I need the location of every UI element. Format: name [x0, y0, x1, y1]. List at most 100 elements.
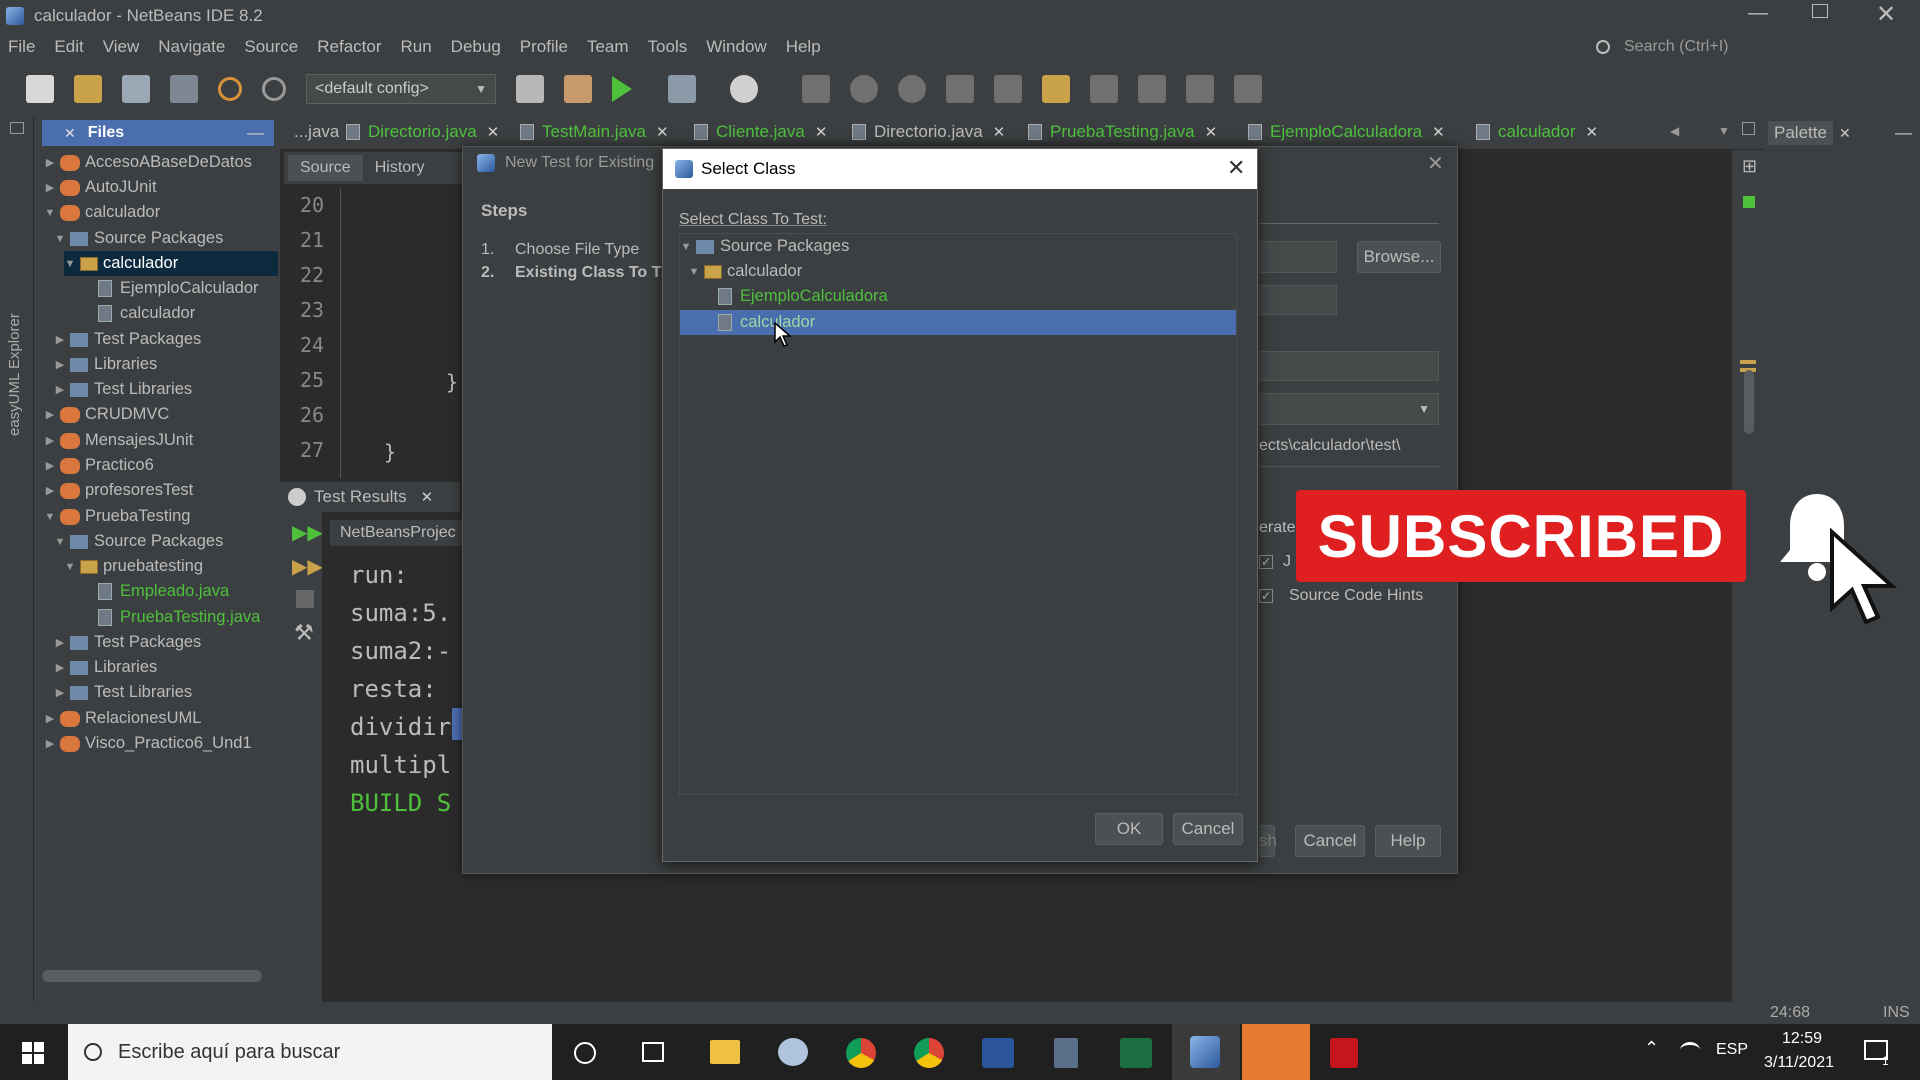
tree-source-packages[interactable]: ▼ Source Packages — [54, 226, 224, 251]
browse-button[interactable]: Browse... — [1357, 241, 1441, 273]
show-hidden-icons-icon[interactable]: ⌃ — [1644, 1038, 1659, 1059]
collapse-arrow-icon[interactable]: ▼ — [54, 233, 66, 245]
wizard-help-button[interactable]: Help — [1375, 825, 1441, 857]
class-name-field[interactable] — [1259, 241, 1337, 273]
editor-tab[interactable]: Directorio.java ✕ — [346, 122, 499, 142]
collapse-arrow-icon[interactable]: ▼ — [54, 536, 66, 548]
config-dropdown[interactable]: <default config> ▼ — [306, 74, 496, 104]
close-tab-icon[interactable]: ✕ — [815, 123, 828, 141]
recording-app-icon[interactable] — [1242, 1024, 1310, 1080]
test-location-dropdown[interactable]: ▼ — [1259, 393, 1439, 425]
collapse-arrow-icon[interactable]: ▼ — [64, 561, 76, 573]
minimize-strip-icon[interactable] — [10, 122, 24, 134]
tree-file[interactable]: calculador — [98, 301, 195, 326]
tree-project[interactable]: ▶ AutoJUnit — [44, 175, 157, 200]
close-tab-icon[interactable]: ✕ — [993, 123, 1006, 141]
clock-date[interactable]: 3/11/2021 — [1764, 1054, 1834, 1072]
editor-tab[interactable]: TestMain.java ✕ — [520, 122, 669, 142]
collapse-arrow-icon[interactable]: ▼ — [688, 266, 700, 278]
close-dialog-icon[interactable]: ✕ — [1227, 155, 1245, 181]
junit-checkbox-row[interactable]: ✓ J — [1259, 553, 1291, 571]
expand-arrow-icon[interactable]: ▶ — [44, 484, 56, 497]
tree-package[interactable]: ▼ pruebatesting — [64, 554, 203, 579]
close-wizard-icon[interactable]: ✕ — [1427, 151, 1444, 176]
collapse-arrow-icon[interactable]: ▼ — [680, 241, 692, 253]
debug-icon[interactable] — [668, 75, 696, 103]
save-all-icon[interactable] — [170, 75, 198, 103]
close-tab-icon[interactable]: ✕ — [487, 123, 500, 141]
tree-project[interactable]: ▶ AccesoABaseDeDatos — [44, 150, 252, 175]
expand-arrow-icon[interactable]: ▶ — [44, 459, 56, 472]
expand-arrow-icon[interactable]: ▶ — [44, 712, 56, 725]
pause-icon[interactable] — [850, 75, 878, 103]
finish-button[interactable]: sh — [1259, 825, 1277, 857]
menu-run[interactable]: Run — [400, 37, 431, 57]
class-tree-class[interactable]: EjemploCalculadora — [718, 284, 888, 309]
tree-package-selected[interactable]: ▼ calculador — [64, 251, 278, 276]
expand-arrow-icon[interactable]: ▶ — [54, 333, 66, 346]
expand-arrow-icon[interactable]: ▶ — [44, 434, 56, 447]
checkbox-checked-icon[interactable]: ✓ — [1259, 555, 1273, 569]
warning-marker[interactable] — [1740, 360, 1756, 364]
test-results-title[interactable]: Test Results — [314, 487, 407, 507]
tree-source-packages[interactable]: ▼ Source Packages — [54, 529, 224, 554]
wizard-cancel-button[interactable]: Cancel — [1295, 825, 1365, 857]
tree-folder[interactable]: ▶ Test Libraries — [54, 680, 192, 705]
menu-debug[interactable]: Debug — [451, 37, 501, 57]
build-hammer-icon[interactable] — [516, 75, 544, 103]
wifi-icon[interactable] — [1680, 1042, 1700, 1058]
rerun-icon[interactable]: ▶▶ — [292, 520, 323, 545]
close-tab-icon[interactable]: ✕ — [1205, 123, 1218, 141]
expand-arrow-icon[interactable]: ▶ — [54, 358, 66, 371]
editor-tab[interactable]: Cliente.java ✕ — [694, 122, 827, 142]
menu-edit[interactable]: Edit — [54, 37, 83, 57]
tree-project[interactable]: ▶ Practico6 — [44, 453, 154, 478]
apply-code-icon[interactable] — [1138, 75, 1166, 103]
history-tab[interactable]: History — [363, 155, 437, 181]
toggle-breakpoint-icon[interactable] — [1234, 75, 1262, 103]
pdf-reader-icon[interactable] — [1330, 1038, 1358, 1068]
close-tab-icon[interactable]: ✕ — [1586, 123, 1599, 141]
tree-project[interactable]: ▶ profesoresTest — [44, 478, 193, 503]
tree-file[interactable]: Empleado.java — [98, 579, 229, 604]
tree-file[interactable]: EjemploCalculador — [98, 276, 259, 301]
profile-icon[interactable] — [730, 75, 758, 103]
windows-start-icon[interactable] — [22, 1042, 44, 1064]
menu-team[interactable]: Team — [587, 37, 629, 57]
tab-list-icon[interactable]: ▼ — [1718, 124, 1730, 138]
language-indicator[interactable]: ESP — [1716, 1041, 1748, 1059]
expand-arrow-icon[interactable]: ▶ — [44, 408, 56, 421]
ok-button[interactable]: OK — [1095, 813, 1163, 845]
class-tree-source-packages[interactable]: ▼ Source Packages — [680, 234, 850, 259]
step-over-icon[interactable] — [946, 75, 974, 103]
tree-project[interactable]: ▶ MensajesJUnit — [44, 428, 193, 453]
easyuml-explorer-tab[interactable]: easyUML Explorer — [6, 313, 23, 436]
continue-icon[interactable] — [898, 75, 926, 103]
menu-refactor[interactable]: Refactor — [317, 37, 381, 57]
calculator-icon[interactable] — [1054, 1038, 1078, 1068]
excel-icon[interactable] — [1120, 1038, 1152, 1068]
add-icon[interactable]: ⊞ — [1742, 156, 1757, 177]
collapse-arrow-icon[interactable]: ▼ — [64, 258, 76, 270]
run-icon[interactable] — [612, 76, 632, 102]
tree-folder[interactable]: ▶ Test Packages — [54, 327, 202, 352]
menu-view[interactable]: View — [103, 37, 140, 57]
editor-tab-active[interactable]: calculador ✕ — [1476, 122, 1598, 142]
app-icon[interactable] — [778, 1038, 808, 1066]
close-window-button[interactable]: ✕ — [1876, 0, 1896, 29]
editor-tab[interactable]: PruebaTesting.java ✕ — [1028, 122, 1217, 142]
editor-tab[interactable]: ...java — [294, 122, 339, 142]
run-to-cursor-icon[interactable] — [1090, 75, 1118, 103]
rerun-failed-icon[interactable]: ▶▶ — [292, 554, 323, 579]
cancel-button[interactable]: Cancel — [1173, 813, 1243, 845]
class-tree-package[interactable]: ▼ calculador — [688, 259, 803, 284]
minimize-panel-icon[interactable]: — — [247, 123, 264, 143]
maximize-editor-icon[interactable] — [1742, 122, 1755, 135]
stop-icon[interactable] — [802, 75, 830, 103]
tree-project[interactable]: ▶ CRUDMVC — [44, 402, 170, 427]
package-field[interactable] — [1259, 351, 1439, 381]
restore-button[interactable] — [1812, 4, 1828, 18]
minimize-button[interactable]: — — [1748, 2, 1772, 25]
clock-time[interactable]: 12:59 — [1782, 1030, 1822, 1048]
menu-tools[interactable]: Tools — [648, 37, 688, 57]
